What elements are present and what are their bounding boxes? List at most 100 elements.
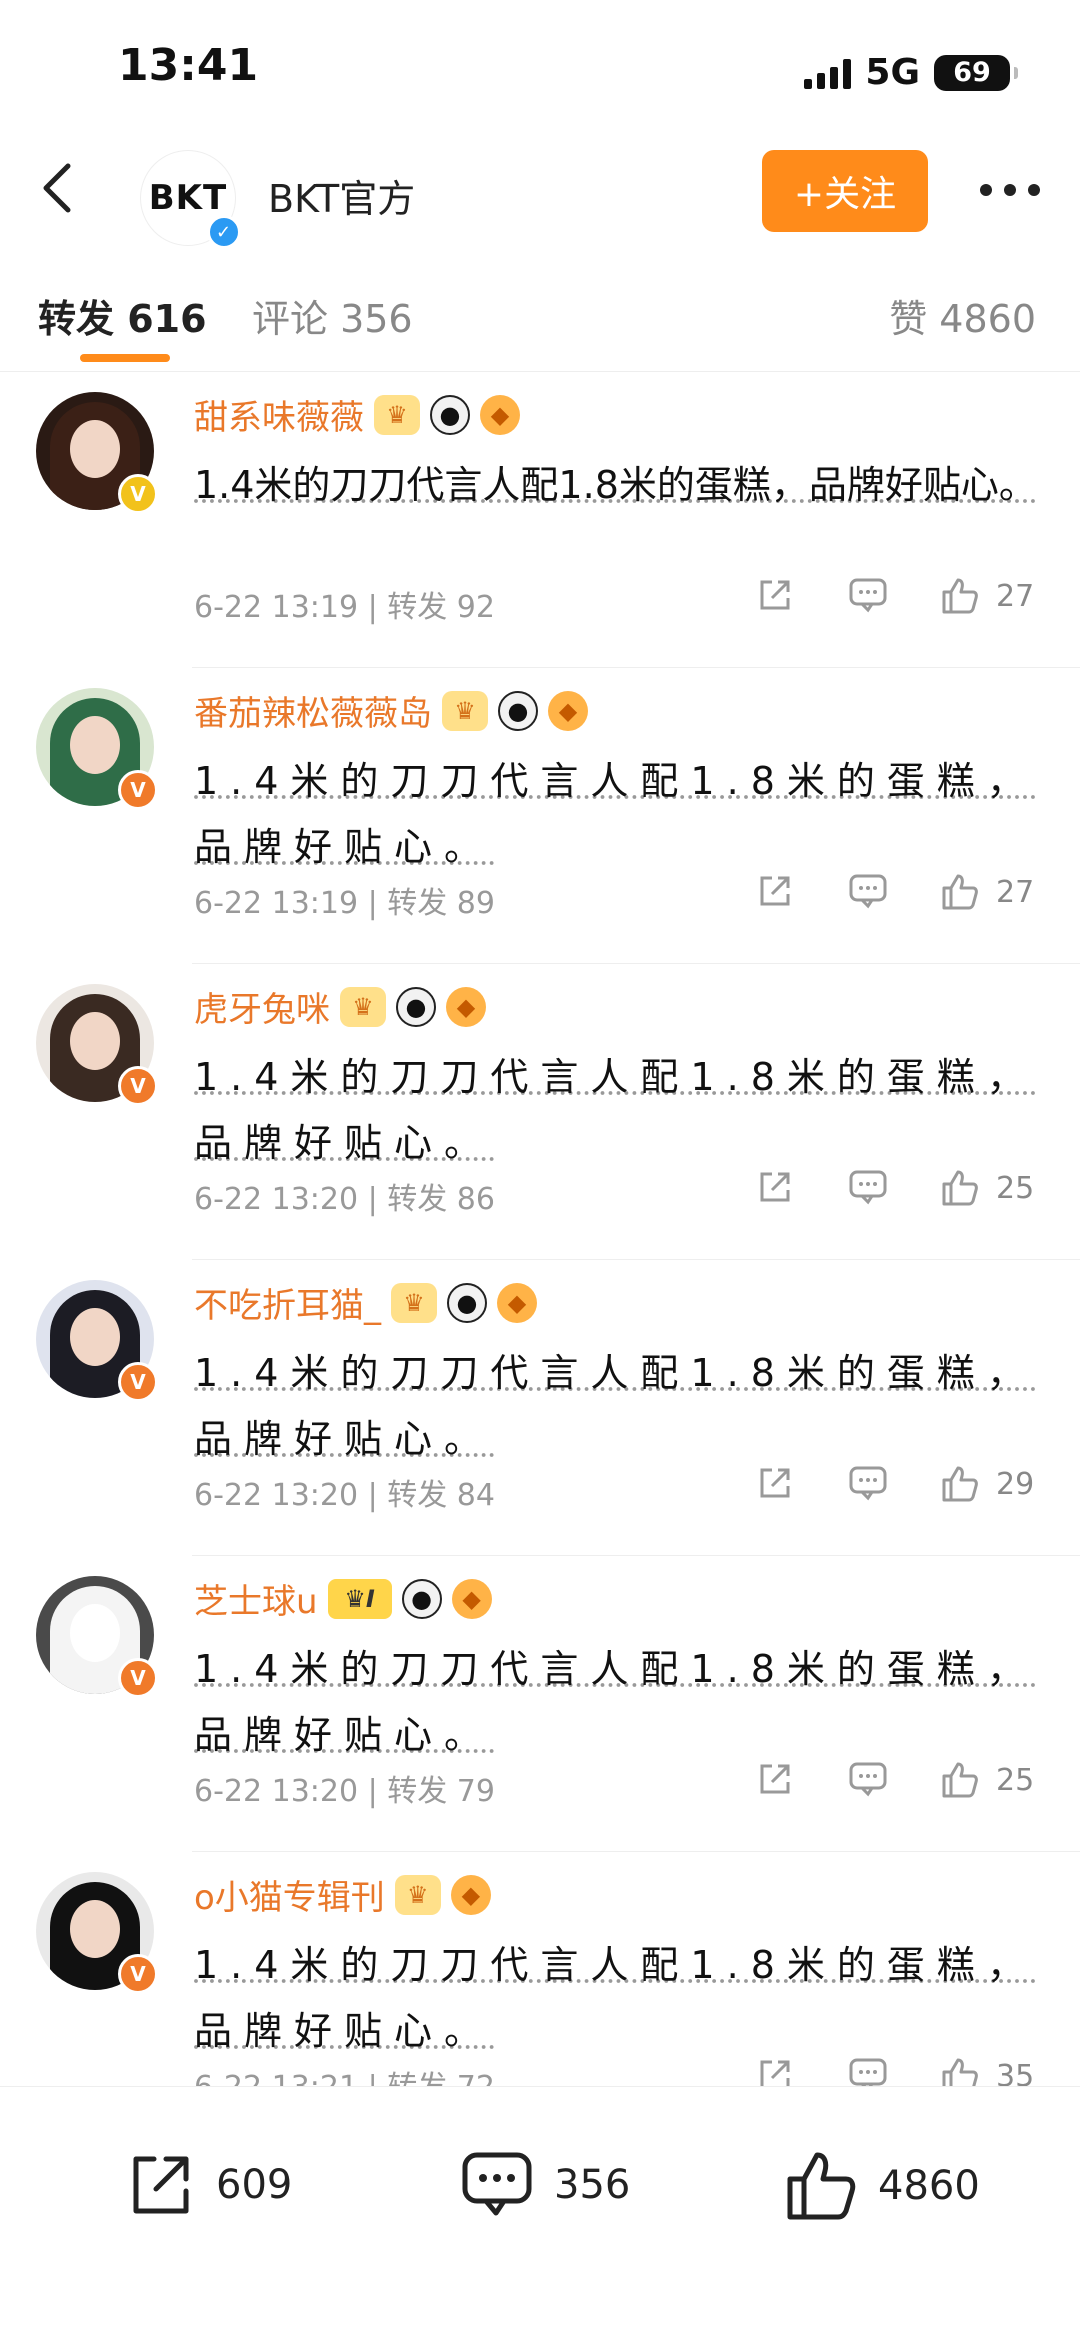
username[interactable]: 番茄辣松薇薇岛 ♛ ● ◆	[194, 686, 588, 735]
fish-icon: ◆	[480, 394, 520, 435]
comment-icon	[462, 2152, 532, 2216]
username-text: o小猫专辑刊	[194, 1878, 385, 1918]
username[interactable]: 甜系味薇薇 ♛ ● ◆	[194, 390, 520, 439]
share-button[interactable]	[756, 2056, 794, 2086]
share-icon	[760, 876, 790, 906]
verified-icon: V	[118, 770, 158, 810]
post-meta: 6-22 13:19 | 转发 92	[194, 590, 495, 625]
account-name[interactable]: BKT官方	[268, 168, 415, 223]
tab-like[interactable]: 赞 4860	[889, 288, 1036, 343]
repost-count: 转发 86	[387, 1182, 495, 1217]
repost-count: 转发 89	[387, 886, 495, 921]
share-button[interactable]	[756, 872, 794, 910]
like-icon	[942, 1466, 978, 1502]
like-count: 25	[996, 1170, 1035, 1206]
username-text: 虎牙兔咪	[194, 990, 330, 1030]
status-time: 13:41	[118, 40, 259, 91]
comment-icon	[849, 1466, 887, 1501]
bottom-comment-button[interactable]: 356	[460, 2149, 630, 2221]
verified-icon: V	[118, 1954, 158, 1994]
status-indicators: 5G 69	[804, 52, 1018, 93]
repost-list[interactable]: V 甜系味薇薇 ♛ ● ◆ 1.4米的刀刀代言人配1.8米的蛋糕，品牌好贴心。 …	[0, 372, 1080, 2086]
like-icon	[942, 578, 978, 614]
crown-icon: ♛	[394, 1874, 441, 1915]
username-text: 芝士球u	[194, 1582, 318, 1622]
share-button[interactable]	[756, 1760, 794, 1798]
comment-button[interactable]	[848, 2056, 888, 2086]
like-button[interactable]: 27	[940, 872, 1034, 912]
post-text: 1.4米的刀刀代言人配1.8米的蛋糕，品牌好贴心。	[194, 1943, 1037, 2053]
comment-icon	[849, 1170, 887, 1205]
username[interactable]: 不吃折耳猫_ ♛ ● ◆	[194, 1278, 537, 1327]
back-icon[interactable]	[30, 158, 90, 218]
post-text: 1.4米的刀刀代言人配1.8米的蛋糕，品牌好贴心。	[194, 1351, 1037, 1461]
more-icon[interactable]	[980, 184, 1040, 196]
comment-button[interactable]	[848, 872, 888, 910]
username-text: 甜系味薇薇	[194, 398, 364, 438]
bottom-action-bar: 609 356 4860	[0, 2086, 1080, 2337]
bottom-share-button[interactable]: 609	[124, 2149, 292, 2221]
share-icon	[760, 1172, 790, 1202]
battery-level: 69	[953, 57, 991, 88]
follow-button[interactable]: +关注	[762, 150, 928, 232]
comment-button[interactable]	[848, 1168, 888, 1206]
username-text: 不吃折耳猫_	[194, 1286, 381, 1326]
list-item[interactable]: V o小猫专辑刊 ♛ ◆ 1.4米的刀刀代言人配1.8米的蛋糕，品牌好贴心。 6…	[0, 1852, 1080, 2086]
crown-icon: ♛	[442, 690, 488, 731]
username-text: 番茄辣松薇薇岛	[194, 694, 432, 734]
repost-count: 转发 79	[387, 1774, 495, 1809]
share-button[interactable]	[756, 1168, 794, 1206]
like-button[interactable]: 35	[940, 2056, 1034, 2086]
share-icon	[760, 2060, 790, 2086]
username[interactable]: 芝士球u ♛I ● ◆	[194, 1574, 492, 1623]
like-icon	[942, 1762, 978, 1798]
verified-icon: V	[118, 474, 158, 514]
comment-count: 356	[554, 2162, 631, 2208]
list-item[interactable]: V 虎牙兔咪 ♛ ● ◆ 1.4米的刀刀代言人配1.8米的蛋糕，品牌好贴心。 6…	[0, 964, 1080, 1260]
crown-icon: ♛	[340, 986, 386, 1027]
share-button[interactable]	[756, 576, 794, 614]
post-meta: 6-22 13:21 | 转发 72	[194, 2062, 495, 2086]
comment-button[interactable]	[848, 1464, 888, 1502]
repost-count: 转发 84	[387, 1478, 495, 1513]
tab-comment[interactable]: 评论 356	[252, 288, 413, 343]
panda-icon: ●	[430, 394, 470, 435]
comment-icon	[849, 874, 887, 909]
list-item[interactable]: V 番茄辣松薇薇岛 ♛ ● ◆ 1.4米的刀刀代言人配1.8米的蛋糕，品牌好贴心…	[0, 668, 1080, 964]
account-avatar[interactable]: BKT ✓	[140, 150, 241, 249]
battery-icon: 69	[934, 54, 1018, 91]
like-count: 27	[996, 874, 1035, 910]
like-button[interactable]: 25	[940, 1168, 1034, 1208]
share-icon	[760, 1764, 790, 1794]
fish-icon: ◆	[446, 986, 486, 1027]
share-icon	[133, 2156, 189, 2214]
active-tab-indicator	[80, 354, 170, 362]
bottom-like-button[interactable]: 4860	[784, 2149, 980, 2223]
like-count: 25	[996, 1762, 1035, 1798]
panda-icon: ●	[447, 1282, 487, 1323]
tab-repost[interactable]: 转发 616	[38, 288, 207, 343]
panda-icon: ●	[396, 986, 436, 1027]
crown-icon: ♛	[391, 1282, 437, 1323]
list-item[interactable]: V 甜系味薇薇 ♛ ● ◆ 1.4米的刀刀代言人配1.8米的蛋糕，品牌好贴心。 …	[0, 372, 1080, 668]
crown-icon: ♛I	[327, 1578, 392, 1619]
repost-count: 转发 72	[387, 2070, 495, 2086]
avatar-logo-text: BKT	[148, 178, 228, 218]
share-count: 609	[216, 2162, 293, 2208]
list-item[interactable]: V 不吃折耳猫_ ♛ ● ◆ 1.4米的刀刀代言人配1.8米的蛋糕，品牌好贴心。…	[0, 1260, 1080, 1556]
list-item[interactable]: V 芝士球u ♛I ● ◆ 1.4米的刀刀代言人配1.8米的蛋糕，品牌好贴心。 …	[0, 1556, 1080, 1852]
post-meta: 6-22 13:20 | 转发 79	[194, 1774, 495, 1809]
share-button[interactable]	[756, 1464, 794, 1502]
like-button[interactable]: 27	[940, 576, 1034, 616]
fish-icon: ◆	[548, 690, 588, 731]
post-text: 1.4米的刀刀代言人配1.8米的蛋糕，品牌好贴心。	[194, 1647, 1037, 1757]
comment-button[interactable]	[848, 576, 888, 614]
like-button[interactable]: 29	[940, 1464, 1034, 1504]
like-icon	[942, 874, 978, 910]
username[interactable]: o小猫专辑刊 ♛ ◆	[194, 1870, 491, 1919]
username[interactable]: 虎牙兔咪 ♛ ● ◆	[194, 982, 486, 1031]
comment-button[interactable]	[848, 1760, 888, 1798]
fish-icon: ◆	[451, 1578, 492, 1619]
comment-icon	[849, 2058, 887, 2086]
like-button[interactable]: 25	[940, 1760, 1034, 1800]
